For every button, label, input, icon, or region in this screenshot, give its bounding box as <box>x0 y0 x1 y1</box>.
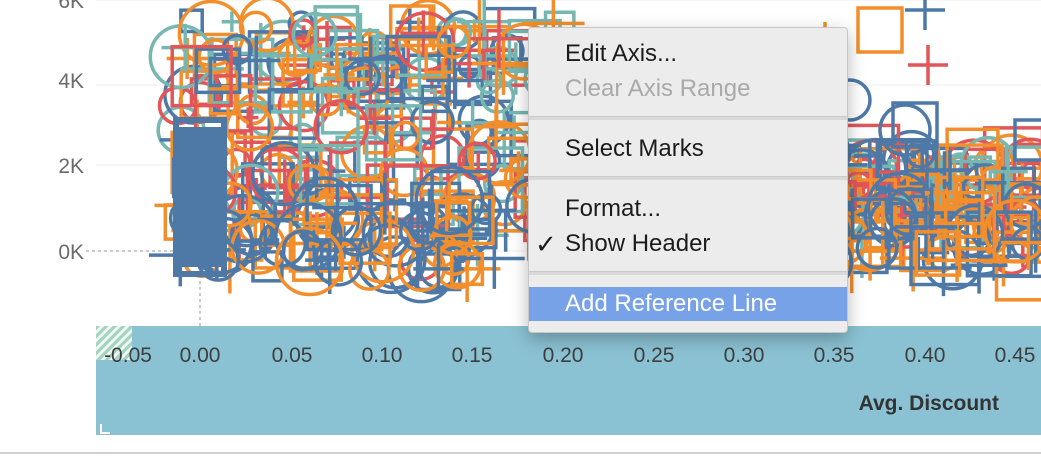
x-tick-label: 0.30 <box>723 344 765 367</box>
y-tick-label: 2K <box>58 155 84 178</box>
x-tick-label: 0.45 <box>994 344 1036 367</box>
x-tick-label: -0.05 <box>104 344 152 367</box>
y-tick-label: 0K <box>58 241 84 264</box>
menu-item-select-marks[interactable]: Select Marks <box>529 132 847 166</box>
menu-item-clear-axis-range: Clear Axis Range <box>529 72 847 106</box>
context-menu: Edit Axis... Clear Axis Range Select Mar… <box>528 27 848 333</box>
x-tick-label: 0.15 <box>451 344 493 367</box>
x-axis-title: Avg. Discount <box>858 392 999 415</box>
y-tick-label: 4K <box>58 70 84 93</box>
menu-item-format[interactable]: Format... <box>529 192 847 226</box>
divider <box>0 452 1041 454</box>
y-tick-label: 6K <box>58 0 84 13</box>
menu-item-show-header[interactable]: ✓ Show Header <box>529 227 847 261</box>
x-axis-header[interactable] <box>96 326 1041 435</box>
scatter-plot-view[interactable]: 6K 4K 2K 0K -0.05 0.00 0.05 0.10 0.15 0.… <box>0 0 1041 456</box>
menu-item-label: Add Reference Line <box>565 290 778 317</box>
menu-separator <box>529 116 847 120</box>
menu-item-label: Edit Axis... <box>565 40 678 67</box>
x-tick-label: 0.00 <box>179 344 221 367</box>
x-tick-label: 0.25 <box>633 344 675 367</box>
menu-item-label: Select Marks <box>565 135 704 162</box>
plot-area[interactable] <box>0 0 1041 326</box>
scatter-mark[interactable] <box>905 0 945 30</box>
x-tick-label: 0.10 <box>361 344 403 367</box>
x-tick-label: 0.35 <box>813 344 855 367</box>
checkmark-icon: ✓ <box>535 229 557 259</box>
menu-separator <box>529 176 847 180</box>
menu-item-label: Show Header <box>565 230 711 257</box>
menu-item-add-reference-line[interactable]: Add Reference Line <box>529 287 847 321</box>
x-tick-label: 0.05 <box>271 344 313 367</box>
x-tick-label: 0.20 <box>542 344 584 367</box>
scatter-mark[interactable] <box>908 45 948 85</box>
menu-item-edit-axis[interactable]: Edit Axis... <box>529 37 847 71</box>
scatter-mark[interactable] <box>856 6 904 54</box>
resize-corner-icon[interactable] <box>100 424 110 434</box>
menu-separator <box>529 271 847 275</box>
x-tick-label: 0.40 <box>904 344 946 367</box>
menu-item-label: Clear Axis Range <box>565 75 751 102</box>
menu-item-label: Format... <box>565 195 662 222</box>
